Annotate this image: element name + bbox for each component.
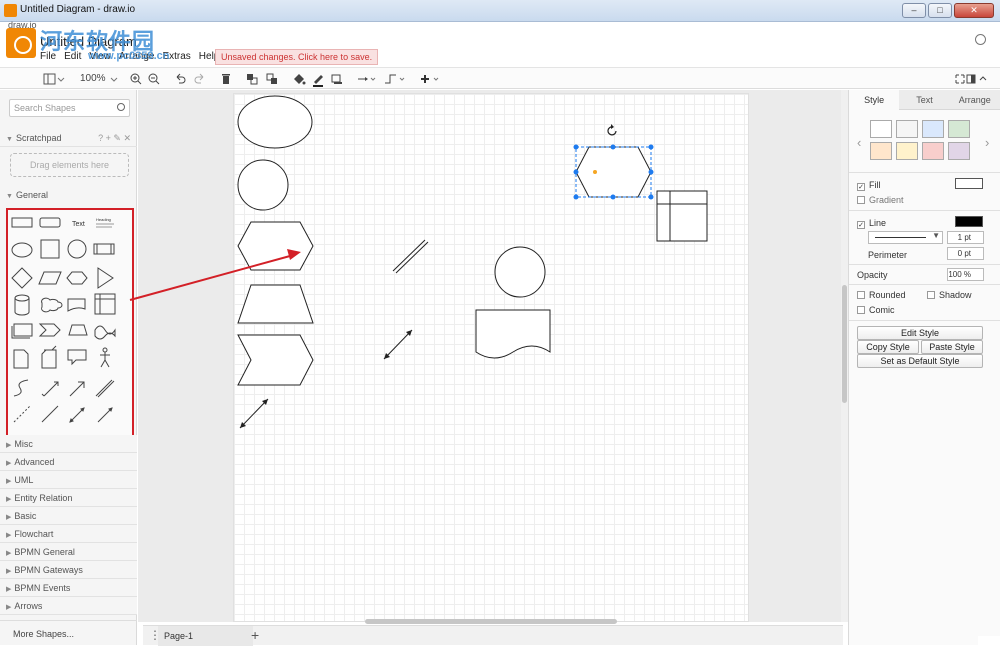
style-swatch-4[interactable] xyxy=(948,120,970,138)
tab-style[interactable]: Style xyxy=(849,90,899,110)
paste-style-button[interactable]: Paste Style xyxy=(921,340,983,354)
style-swatch-3[interactable] xyxy=(922,120,944,138)
bidirectional-arrow-shape-2[interactable] xyxy=(240,399,268,428)
double-line-shape[interactable] xyxy=(393,240,425,271)
checkbox-icon xyxy=(857,196,865,204)
tab-arrange[interactable]: Arrange xyxy=(950,90,1000,110)
rotate-handle-icon[interactable] xyxy=(608,124,616,135)
checkbox-icon xyxy=(857,306,865,314)
style-swatch-8[interactable] xyxy=(948,142,970,160)
copy-style-button[interactable]: Copy Style xyxy=(857,340,919,354)
line-option[interactable]: ✓Line xyxy=(857,218,886,229)
tab-text[interactable]: Text xyxy=(899,90,949,110)
style-swatch-5[interactable] xyxy=(870,142,892,160)
style-swatches xyxy=(870,120,982,160)
format-panel: Style Text Arrange ‹ › ✓Fill Gradient ✓L… xyxy=(848,90,1000,645)
bidirectional-arrow-shape[interactable] xyxy=(384,330,412,359)
checkbox-icon xyxy=(927,291,935,299)
set-default-style-button[interactable]: Set as Default Style xyxy=(857,354,983,368)
gradient-option[interactable]: Gradient xyxy=(857,195,904,205)
checkbox-icon xyxy=(857,291,865,299)
rounded-option[interactable]: Rounded xyxy=(857,290,906,300)
style-swatch-6[interactable] xyxy=(896,142,918,160)
style-swatch-2[interactable] xyxy=(896,120,918,138)
style-swatch-7[interactable] xyxy=(922,142,944,160)
checkbox-checked-icon: ✓ xyxy=(857,221,865,229)
horizontal-scrollbar[interactable] xyxy=(365,619,617,624)
checkbox-checked-icon: ✓ xyxy=(857,183,865,191)
perimeter-input[interactable]: 0 pt xyxy=(947,247,984,260)
perimeter-label: Perimeter xyxy=(868,250,907,260)
page-tab[interactable]: Page-1 xyxy=(158,626,253,646)
hexagon-shape[interactable] xyxy=(238,222,313,270)
size-handle-icon[interactable] xyxy=(593,170,597,174)
trapezoid-shape[interactable] xyxy=(238,285,313,323)
shadow-option[interactable]: Shadow xyxy=(927,290,972,300)
ellipse-shape[interactable] xyxy=(238,96,312,148)
step-shape[interactable] xyxy=(238,335,313,385)
ime-tray-icon xyxy=(978,636,1000,650)
vertical-scrollbar[interactable] xyxy=(841,90,848,622)
line-color-swatch[interactable] xyxy=(955,216,983,227)
internal-storage-shape[interactable] xyxy=(657,191,707,241)
line-style-select[interactable]: ▼ xyxy=(868,231,943,244)
circle-shape-2[interactable] xyxy=(495,247,545,297)
style-swatch-1[interactable] xyxy=(870,120,892,138)
chevron-right-icon[interactable]: › xyxy=(985,135,989,150)
document-shape[interactable] xyxy=(476,310,550,358)
selected-hexagon-shape[interactable] xyxy=(576,147,651,197)
add-page-icon[interactable]: + xyxy=(251,627,259,643)
opacity-label: Opacity xyxy=(857,270,888,280)
fill-option[interactable]: ✓Fill xyxy=(857,180,881,191)
fill-color-swatch[interactable] xyxy=(955,178,983,189)
opacity-input[interactable]: 100 % xyxy=(947,268,984,281)
edit-style-button[interactable]: Edit Style xyxy=(857,326,983,340)
comic-option[interactable]: Comic xyxy=(857,305,895,315)
circle-shape[interactable] xyxy=(238,160,288,210)
page-tabs-bar: ⋮ Page-1 + xyxy=(143,625,843,645)
line-width-input[interactable]: 1 pt xyxy=(947,231,984,244)
chevron-left-icon[interactable]: ‹ xyxy=(857,135,861,150)
